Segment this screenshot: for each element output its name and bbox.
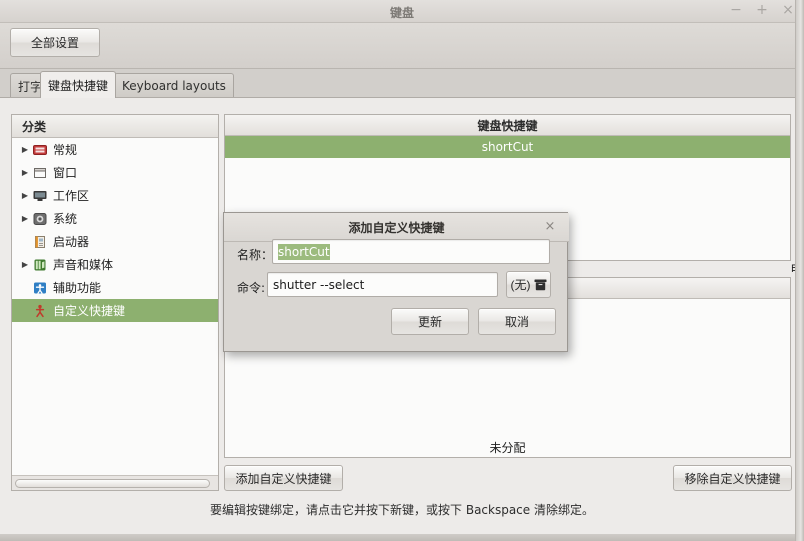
command-input[interactable]: shutter --select (267, 272, 498, 297)
sidebar-item-general[interactable]: ▶ 常规 (12, 138, 218, 161)
desktop-right-edge (795, 0, 804, 541)
window-controls: − + × (729, 2, 795, 18)
command-input-value: shutter --select (273, 277, 365, 292)
sidebar-item-label: 系统 (53, 212, 78, 226)
desktop-bottom-edge (0, 534, 804, 541)
all-settings-button[interactable]: 全部设置 (10, 28, 100, 57)
none-label: (无) (510, 278, 531, 292)
window-title: 键盘 (389, 6, 414, 20)
choose-application-button[interactable]: (无) (506, 271, 551, 298)
maximize-icon[interactable]: + (755, 2, 769, 18)
sidebar-item-custom-shortcuts[interactable]: ▶ 自定义快捷键 (12, 299, 218, 322)
command-field-label: 命令: (237, 281, 266, 295)
hint-text: 要编辑按键绑定，请点击它并按下新键，或按下 Backspace 清除绑定。 (210, 503, 594, 517)
name-field-label: 名称： (237, 248, 274, 262)
add-custom-shortcut-button[interactable]: 添加自定义快捷键 (224, 465, 343, 491)
update-button[interactable]: 更新 (391, 308, 469, 335)
category-tree-header: 分类 (12, 115, 218, 138)
chevron-right-icon[interactable]: ▶ (18, 214, 32, 223)
name-input-value: shortCut (278, 243, 330, 260)
chevron-right-icon[interactable]: ▶ (18, 145, 32, 154)
accessibility-icon (32, 280, 48, 296)
cancel-button[interactable]: 取消 (478, 308, 556, 335)
chevron-right-icon[interactable]: ▶ (18, 260, 32, 269)
shortcuts-panel-header: 键盘快捷键 (225, 115, 790, 136)
tree-indent-spacer: ▶ (18, 283, 32, 292)
sidebar-item-label: 自定义快捷键 (53, 304, 126, 318)
minimize-icon[interactable]: − (729, 2, 743, 18)
dialog-title: 添加自定义快捷键 (224, 213, 569, 242)
sidebar-item-label: 工作区 (53, 189, 90, 203)
tab-strip: 打字 键盘快捷键 Keyboard layouts (0, 69, 804, 98)
tree-indent-spacer: ▶ (18, 306, 32, 315)
sidebar-item-window[interactable]: ▶ 窗口 (12, 161, 218, 184)
sidebar-item-sound-media[interactable]: ▶ 声音和媒体 (12, 253, 218, 276)
remove-custom-shortcut-button[interactable]: 移除自定义快捷键 (673, 465, 792, 491)
chevron-right-icon[interactable]: ▶ (18, 191, 32, 200)
system-gear-icon (32, 211, 48, 227)
category-tree-hscrollbar[interactable] (12, 475, 218, 490)
sidebar-item-label: 声音和媒体 (53, 258, 114, 272)
sidebar-item-accessibility[interactable]: ▶ 辅助功能 (12, 276, 218, 299)
keyboard-settings-window: 键盘 − + × 全部设置 打字 键盘快捷键 Keyboard layouts … (0, 0, 804, 541)
archive-icon (534, 279, 547, 291)
toolbar: 全部设置 (0, 23, 804, 69)
keyboard-icon (32, 142, 48, 158)
custom-shortcut-icon (32, 303, 48, 319)
shortcut-row[interactable]: shortCut (225, 136, 790, 158)
sidebar-item-launcher[interactable]: ▶ 启动器 (12, 230, 218, 253)
offscreen-text-sliver: 自 (790, 260, 795, 272)
tab-keyboard-layouts[interactable]: Keyboard layouts (114, 73, 234, 98)
add-custom-shortcut-dialog: 添加自定义快捷键 × 名称： shortCut 命令: shutter --se… (223, 212, 569, 352)
sidebar-item-label: 启动器 (53, 235, 90, 249)
dialog-close-icon[interactable]: × (542, 219, 558, 235)
launcher-icon (32, 234, 48, 250)
sidebar-item-workspace[interactable]: ▶ 工作区 (12, 184, 218, 207)
category-tree: 分类 ▶ 常规 ▶ 窗口 ▶ 工作区 ▶ 系统 启动器 ▶ 声音和媒体 辅助功能… (11, 114, 219, 491)
sidebar-item-label: 辅助功能 (53, 281, 102, 295)
window-icon (32, 165, 48, 181)
title-bar: 键盘 − + × (0, 0, 804, 23)
tab-keyboard-shortcuts[interactable]: 键盘快捷键 (40, 71, 117, 98)
name-input[interactable]: shortCut (272, 239, 550, 264)
sidebar-item-label: 窗口 (53, 166, 78, 180)
sidebar-item-system[interactable]: ▶ 系统 (12, 207, 218, 230)
chevron-right-icon[interactable]: ▶ (18, 168, 32, 177)
monitor-icon (32, 188, 48, 204)
tree-indent-spacer: ▶ (18, 237, 32, 246)
scrollbar-thumb[interactable] (15, 479, 210, 488)
category-tree-body: ▶ 常规 ▶ 窗口 ▶ 工作区 ▶ 系统 启动器 ▶ 声音和媒体 辅助功能 自定… (12, 138, 218, 476)
sidebar-item-label: 常规 (53, 143, 78, 157)
binding-row[interactable]: 未分配 (225, 436, 790, 458)
sound-media-icon (32, 257, 48, 273)
close-icon[interactable]: × (781, 2, 795, 18)
